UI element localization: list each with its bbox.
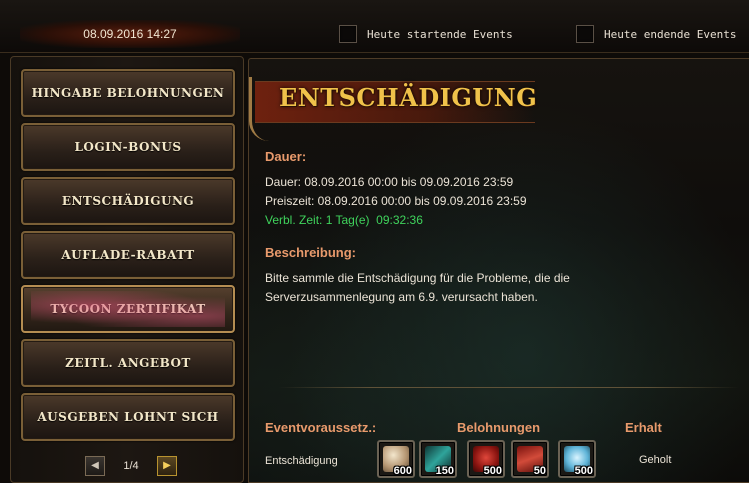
prize-time-text: Preiszeit: 08.09.2016 00:00 bis 09.09.20… [265, 194, 527, 208]
arrow-left-icon: ◀ [91, 460, 99, 471]
server-clock: 08.09.2016 14:27 [20, 20, 240, 48]
event-detail-panel: Entschädigung Dauer: Dauer: 08.09.2016 0… [248, 58, 749, 483]
pager-page-indicator: 1/4 [123, 460, 139, 472]
nav-auflade-rabatt[interactable]: Auflade-Rabatt [21, 231, 235, 279]
claim-status: Geholt [639, 454, 672, 466]
column-rewards: Belohnungen [457, 420, 541, 435]
nav-tycoon-zertifikat[interactable]: Tycoon Zertifikat [21, 285, 235, 333]
description-line-1: Bitte sammle die Entschädigung für die P… [265, 271, 570, 285]
pager-next-button[interactable]: ▶ [157, 456, 177, 476]
reward-qty-3: 500 [483, 465, 502, 477]
column-requirement: Eventvoraussetz.: [265, 420, 377, 435]
sidebar-pager: ◀ 1/4 ▶ [85, 456, 177, 476]
reward-qty-4: 50 [533, 465, 546, 477]
reward-slot-1[interactable]: 600 [377, 440, 415, 478]
description-line-2: Serverzusammenlegung am 6.9. verursacht … [265, 290, 538, 304]
reward-slot-2[interactable]: 150 [419, 440, 457, 478]
requirement-cell: Entschädigung [265, 455, 338, 467]
nav-login-bonus[interactable]: Login-Bonus [21, 123, 235, 171]
nav-ausgeben-lohnt-sich[interactable]: Ausgeben lohnt sich [21, 393, 235, 441]
duration-heading: Dauer: [265, 149, 307, 164]
reward-qty-5: 500 [574, 465, 593, 477]
nav-entschaedigung[interactable]: Entschädigung [21, 177, 235, 225]
section-divider [279, 387, 739, 388]
nav-hingabe-belohnungen[interactable]: Hingabe Belohnungen [21, 69, 235, 117]
filter-today-end[interactable]: Heute endende Events [576, 25, 736, 43]
event-sidebar: Hingabe Belohnungen Login-Bonus Entschäd… [10, 56, 244, 483]
filter-today-start-label: Heute startende Events [367, 27, 513, 41]
column-status: Erhalt [625, 420, 662, 435]
reward-qty-2: 150 [435, 465, 454, 477]
top-bar: 08.09.2016 14:27 Heute startende Events … [0, 0, 749, 53]
checkbox-today-end[interactable] [576, 25, 594, 43]
filter-today-start[interactable]: Heute startende Events [339, 25, 513, 43]
reward-slot-5[interactable]: 500 [558, 440, 596, 478]
description-heading: Beschreibung: [265, 245, 357, 260]
page-title: Entschädigung [279, 83, 538, 112]
filter-today-end-label: Heute endende Events [604, 27, 737, 41]
nav-zeitl-angebot[interactable]: Zeitl. Angebot [21, 339, 235, 387]
pager-prev-button[interactable]: ◀ [85, 456, 105, 476]
banner-ornament [249, 77, 282, 141]
arrow-right-icon: ▶ [163, 460, 171, 471]
reward-qty-1: 600 [393, 465, 412, 477]
remaining-time-text: Verbl. Zeit: 1 Tag(e) 09:32:36 [265, 213, 423, 227]
duration-text: Dauer: 08.09.2016 00:00 bis 09.09.2016 2… [265, 175, 514, 189]
reward-slot-4[interactable]: 50 [511, 440, 549, 478]
checkbox-today-start[interactable] [339, 25, 357, 43]
reward-slot-3[interactable]: 500 [467, 440, 505, 478]
